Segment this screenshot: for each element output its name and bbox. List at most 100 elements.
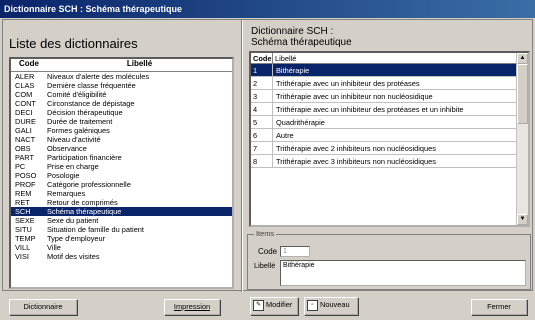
- dictionnaire-button[interactable]: Dictionnaire: [9, 299, 77, 315]
- grid-cell-label: Quadrithérapie: [276, 118, 325, 127]
- list-item-code: CONT: [15, 99, 36, 108]
- list-item-code: PROF: [15, 180, 36, 189]
- dictionary-list-item[interactable]: COM Comité d'éligibilité: [11, 90, 232, 99]
- list-item-code: COM: [15, 90, 33, 99]
- list-item-code: PC: [15, 162, 26, 171]
- grid-row[interactable]: 6 Autre: [251, 129, 528, 142]
- grid-cell-label: Bithérapie: [276, 66, 310, 75]
- grid-cell-label: Trithérapie avec un inhibiteur des proté…: [276, 79, 420, 88]
- list-item-code: DECI: [15, 108, 33, 117]
- dictionary-list-item[interactable]: SEXE Sexe du patient: [11, 216, 232, 225]
- label-column-header[interactable]: Libellé: [47, 59, 232, 71]
- list-item-label: Participation financière: [47, 153, 122, 162]
- list-item-code: OBS: [15, 144, 31, 153]
- list-item-code: REM: [15, 189, 32, 198]
- list-item-label: Niveau d'activité: [47, 135, 101, 144]
- dictionary-list-item[interactable]: CLAS Dernière classe fréquentée: [11, 81, 232, 90]
- list-item-label: Ville: [47, 243, 61, 252]
- impression-button[interactable]: Impression: [164, 299, 220, 315]
- dictionary-list-title: Liste des dictionnaires: [9, 36, 138, 51]
- dictionary-list-item[interactable]: CONT Circonstance de dépistage: [11, 99, 232, 108]
- dictionary-list-item[interactable]: POSO Posologie: [11, 171, 232, 180]
- window-title: Dictionnaire SCH : Schéma thérapeutique: [0, 0, 535, 18]
- dictionary-list-item[interactable]: NACT Niveau d'activité: [11, 135, 232, 144]
- grid-row[interactable]: 2 Trithérapie avec un inhibiteur des prot…: [251, 77, 528, 90]
- dictionary-list-item[interactable]: VILL Ville: [11, 243, 232, 252]
- grid-cell-label: Trithérapie avec 3 inhibiteurs non nuclé…: [276, 157, 436, 166]
- dictionary-list-item[interactable]: ALER Niveaux d'alerte des molécules: [11, 72, 232, 81]
- dictionary-list-item[interactable]: PART Participation financière: [11, 153, 232, 162]
- pane-divider[interactable]: [241, 20, 243, 292]
- list-item-label: Schéma thérapeutique: [47, 207, 122, 216]
- grid-cell-label: Trithérapie avec un inhibiteur non nuclé…: [276, 92, 433, 101]
- fermer-button[interactable]: Fermer: [471, 299, 527, 315]
- grid-row[interactable]: 8 Trithérapie avec 3 inhibiteurs non nucl…: [251, 155, 528, 168]
- dictionary-title: Dictionnaire SCH : Schéma thérapeutique: [251, 26, 352, 48]
- nouveau-button[interactable]: ▫ Nouveau: [304, 297, 358, 315]
- dictionary-list-item[interactable]: RET Retour de comprimés: [11, 198, 232, 207]
- dictionary-list-item[interactable]: TEMP Type d'employeur: [11, 234, 232, 243]
- list-item-label: Motif des visites: [47, 252, 100, 261]
- list-item-label: Décision thérapeutique: [47, 108, 123, 117]
- list-item-code: VISI: [15, 252, 29, 261]
- label-field[interactable]: Bithérapie: [280, 260, 526, 286]
- grid-cell-code: 2: [251, 77, 273, 89]
- list-item-code: GALI: [15, 126, 32, 135]
- list-item-label: Situation de famille du patient: [47, 225, 144, 234]
- grid-cell-label: Trithérapie avec un inhibiteur des proté…: [276, 105, 464, 114]
- items-grid-header: Code Libellé: [251, 53, 528, 64]
- list-item-code: SITU: [15, 225, 32, 234]
- list-item-label: Dernière classe fréquentée: [47, 81, 136, 90]
- scroll-up-icon[interactable]: ▲: [517, 53, 528, 64]
- grid-label-header[interactable]: Libellé: [273, 53, 528, 63]
- list-item-label: Catégorie professionnelle: [47, 180, 131, 189]
- list-item-label: Circonstance de dépistage: [47, 99, 135, 108]
- list-item-label: Durée de traitement: [47, 117, 113, 126]
- grid-row[interactable]: 4 Trithérapie avec un inhibiteur des prot…: [251, 103, 528, 116]
- dictionary-list-item[interactable]: PC Prise en charge: [11, 162, 232, 171]
- grid-scrollbar[interactable]: ▲ ▼: [516, 53, 528, 225]
- dictionary-list[interactable]: Code Libellé ALER Niveaux d'alerte des mo…: [9, 57, 234, 289]
- grid-row[interactable]: 5 Quadrithérapie: [251, 116, 528, 129]
- code-column-header[interactable]: Code: [11, 59, 47, 71]
- list-item-code: NACT: [15, 135, 36, 144]
- dictionary-list-item[interactable]: DURE Durée de traitement: [11, 117, 232, 126]
- scroll-thumb[interactable]: [517, 64, 528, 124]
- dictionary-list-item[interactable]: DECI Décision thérapeutique: [11, 108, 232, 117]
- dictionary-list-item[interactable]: REM Remarques: [11, 189, 232, 198]
- list-item-label: Observance: [47, 144, 87, 153]
- items-grid[interactable]: Code Libellé 1 Bithérapie 2 Trithérapie ave…: [249, 51, 530, 227]
- grid-row[interactable]: 3 Trithérapie avec un inhibiteur non nucl…: [251, 90, 528, 103]
- dictionary-list-item[interactable]: PROF Catégorie professionnelle: [11, 180, 232, 189]
- dictionary-list-item[interactable]: GALI Formes galéniques: [11, 126, 232, 135]
- grid-row[interactable]: 7 Trithérapie avec 2 inhibiteurs non nucl…: [251, 142, 528, 155]
- list-item-label: Niveaux d'alerte des molécules: [47, 72, 150, 81]
- items-group: Items Code Libellé Bithérapie: [247, 229, 531, 290]
- label-label: Libellé: [254, 261, 276, 270]
- list-item-label: Type d'employeur: [47, 234, 106, 243]
- list-item-code: CLAS: [15, 81, 35, 90]
- list-item-label: Retour de comprimés: [47, 198, 118, 207]
- dictionary-list-item[interactable]: SCH Schéma thérapeutique: [11, 207, 232, 216]
- grid-cell-label: Autre: [276, 131, 294, 140]
- dictionary-list-item[interactable]: SITU Situation de famille du patient: [11, 225, 232, 234]
- grid-cell-code: 4: [251, 103, 273, 115]
- list-item-code: ALER: [15, 72, 35, 81]
- dictionary-list-item[interactable]: VISI Motif des visites: [11, 252, 232, 261]
- list-item-code: VILL: [15, 243, 31, 252]
- main-panel: Liste des dictionnaires Code Libellé ALE…: [2, 19, 533, 292]
- dictionary-list-item[interactable]: OBS Observance: [11, 144, 232, 153]
- code-field[interactable]: [280, 246, 310, 257]
- list-item-code: POSO: [15, 171, 37, 180]
- grid-cell-code: 7: [251, 142, 273, 154]
- grid-row[interactable]: 1 Bithérapie: [251, 64, 528, 77]
- grid-cell-code: 1: [251, 64, 273, 76]
- modifier-button[interactable]: ✎ Modifier: [250, 297, 298, 315]
- grid-cell-code: 3: [251, 90, 273, 102]
- code-label: Code: [258, 247, 278, 256]
- edit-icon: ✎: [253, 299, 264, 311]
- list-item-code: SCH: [15, 207, 31, 216]
- scroll-down-icon[interactable]: ▼: [517, 214, 528, 225]
- grid-code-header[interactable]: Code: [251, 53, 273, 63]
- list-item-code: RET: [15, 198, 30, 207]
